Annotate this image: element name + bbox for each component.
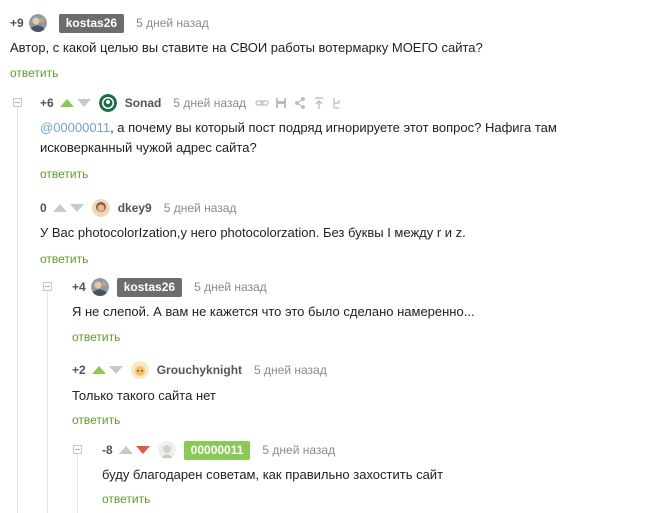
avatar[interactable] [157, 441, 176, 459]
comment-rating: -8 [102, 443, 113, 457]
author-name[interactable]: kostas26 [116, 277, 183, 297]
avatar[interactable] [98, 94, 117, 112]
comment-rating: 0 [40, 201, 47, 215]
upvote-icon[interactable] [91, 366, 106, 374]
comment-text: Только такого сайта нет [72, 388, 216, 403]
downvote-icon[interactable] [135, 446, 150, 454]
author-name[interactable]: dkey9 [118, 201, 152, 215]
comment-header: 0 dkey9 5 дней назад [40, 197, 236, 219]
comment-rating: +9 [10, 16, 24, 30]
link-icon[interactable] [255, 96, 269, 110]
comment-rating: +2 [72, 363, 86, 377]
reply-link[interactable]: ответить [10, 66, 58, 80]
comment-text-line: , а почему вы который пост подряд игнори… [110, 120, 557, 135]
comment-text-line: исковерканный чужой адрес сайта? [40, 140, 257, 155]
reply-link[interactable]: ответить [72, 413, 120, 427]
comment-time[interactable]: 5 дней назад [254, 363, 327, 377]
collapse-toggle[interactable] [43, 282, 52, 291]
save-icon[interactable] [274, 96, 288, 110]
avatar[interactable] [130, 361, 149, 379]
thread-line [17, 107, 18, 513]
thread-line [47, 290, 48, 513]
collapse-toggle[interactable] [73, 445, 82, 454]
comment-header: +9 kostas26 5 дней назад [10, 12, 209, 34]
comment-time[interactable]: 5 дней назад [262, 443, 335, 457]
upvote-icon[interactable] [118, 446, 133, 454]
comment-text: @00000011, а почему вы который пост подр… [40, 118, 600, 158]
reply-link[interactable]: ответить [40, 252, 88, 266]
author-name[interactable]: Sonad [125, 96, 162, 110]
comment-text: Я не слепой. А вам не кажется что это бы… [72, 304, 475, 319]
avatar[interactable] [91, 199, 110, 217]
upvote-icon[interactable] [59, 99, 74, 107]
comment-rating: +4 [72, 280, 86, 294]
comment-header: +4 kostas26 5 дней назад [72, 276, 267, 298]
comment-time[interactable]: 5 дней назад [194, 280, 267, 294]
comment-header: +6 Sonad 5 дней назад [40, 92, 345, 114]
comment-header: +2 Grouchyknight 5 дней назад [72, 359, 327, 381]
tree-icon[interactable] [331, 96, 345, 110]
author-name[interactable]: 00000011 [183, 440, 251, 460]
comment-header: -8 00000011 5 дней назад [102, 439, 335, 461]
share-icon[interactable] [293, 96, 307, 110]
reply-link[interactable]: ответить [40, 167, 88, 181]
comment-time[interactable]: 5 дней назад [164, 201, 237, 215]
comment-text: У Вас photocolorIzation,у него photocolo… [40, 225, 466, 240]
comment-time[interactable]: 5 дней назад [173, 96, 246, 110]
downvote-icon[interactable] [69, 204, 84, 212]
comment-text: буду благодарен советам, как правильно з… [102, 467, 444, 482]
reply-link[interactable]: ответить [72, 330, 120, 344]
comment-time[interactable]: 5 дней назад [136, 16, 209, 30]
downvote-icon[interactable] [76, 99, 91, 107]
collapse-toggle[interactable] [13, 98, 22, 107]
upvote-icon[interactable] [52, 204, 67, 212]
avatar[interactable] [28, 14, 47, 32]
thread-line [77, 455, 78, 513]
downvote-icon[interactable] [108, 366, 123, 374]
scroll-top-icon[interactable] [312, 96, 326, 110]
comment-rating: +6 [40, 96, 54, 110]
mention-link[interactable]: @00000011 [40, 120, 110, 135]
avatar[interactable] [90, 278, 109, 296]
author-name[interactable]: kostas26 [58, 13, 125, 33]
comment-text: Автор, с какой целью вы ставите на СВОИ … [10, 40, 483, 55]
author-name[interactable]: Grouchyknight [157, 363, 242, 377]
reply-link[interactable]: ответить [102, 492, 150, 506]
